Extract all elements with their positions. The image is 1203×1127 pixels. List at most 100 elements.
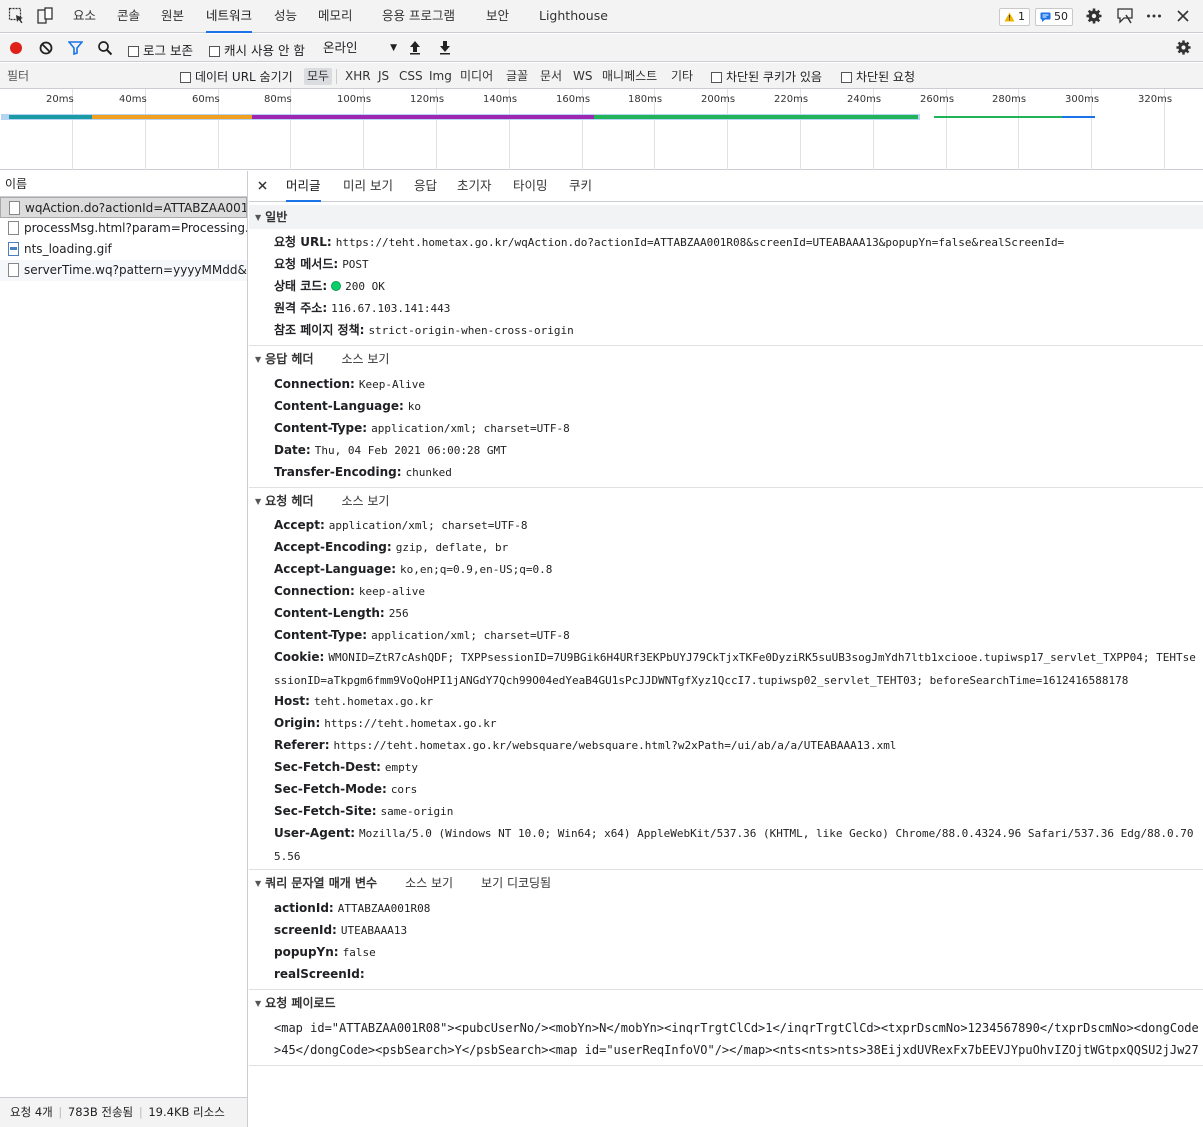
filter-type-doc[interactable]: 문서 [537, 68, 565, 85]
disable-cache-box[interactable] [209, 46, 220, 57]
query-params-section-header[interactable]: ▼ 쿼리 문자열 매개 변수 소스 보기 보기 디코딩됨 [249, 871, 1203, 895]
filter-toggle-button[interactable] [67, 41, 84, 58]
header-key: Sec-Fetch-Dest: [274, 760, 381, 774]
filter-type-other[interactable]: 기타 [668, 68, 696, 85]
tab-memory[interactable]: 메모리 [318, 0, 353, 33]
record-icon [10, 42, 22, 54]
tab-elements[interactable]: 요소 [73, 0, 96, 33]
request-list-panel: 이름 wqAction.do?actionId=ATTABZAA001R... … [0, 171, 248, 1127]
filter-type-ws[interactable]: WS [570, 68, 595, 85]
tab-sources[interactable]: 원본 [161, 0, 184, 33]
payload-section-header[interactable]: ▼ 요청 페이로드 [249, 991, 1203, 1015]
request-name: wqAction.do?actionId=ATTABZAA001R... [25, 201, 247, 215]
hide-data-urls-box[interactable] [180, 72, 191, 83]
import-har-button[interactable] [408, 40, 422, 58]
device-toolbar-icon[interactable] [36, 7, 54, 25]
network-settings-button[interactable] [1175, 39, 1192, 59]
blocked-cookies-box[interactable] [711, 72, 722, 83]
disable-cache-checkbox[interactable]: 캐시 사용 안 함 [209, 40, 305, 59]
request-row[interactable]: processMsg.html?param=Processing... [0, 218, 247, 239]
general-section-header[interactable]: ▼ 일반 [249, 205, 1203, 229]
resource-size: 19.4KB 리소스 [148, 1105, 225, 1119]
filter-type-media[interactable]: 미디어 [457, 68, 496, 85]
search-button[interactable] [97, 40, 113, 59]
close-devtools-icon[interactable] [1174, 7, 1192, 25]
tab-performance[interactable]: 성능 [274, 0, 297, 33]
tab-security[interactable]: 보안 [486, 0, 509, 33]
filter-type-css[interactable]: CSS [396, 68, 426, 85]
header-value: same-origin [380, 805, 454, 818]
name-column-header[interactable]: 이름 [0, 171, 247, 197]
hide-data-urls-checkbox[interactable]: 데이터 URL 숨기기 [180, 68, 293, 85]
filter-type-all[interactable]: 모두 [304, 68, 333, 85]
request-header-row: User-Agent: Mozilla/5.0 (Windows NT 10.0;… [274, 822, 1199, 868]
gear-icon[interactable] [1085, 7, 1103, 25]
param-value: UTEABAAA13 [340, 924, 408, 937]
preserve-log-box[interactable] [128, 46, 139, 57]
tab-console[interactable]: 콘솔 [117, 0, 140, 33]
filter-type-js[interactable]: JS [375, 68, 392, 85]
view-source-link[interactable]: 소스 보기 [342, 494, 390, 508]
section-divider [249, 487, 1203, 488]
devtools-tab-bar: 요소 콘솔 원본 네트워크 성능 메모리 응용 프로그램 보안 Lighthou… [0, 0, 1203, 33]
timeline-overview[interactable]: 20ms 40ms 60ms 80ms 100ms 120ms 140ms 160ms 180m… [0, 89, 1203, 170]
preserve-log-label: 로그 보존 [143, 43, 193, 58]
request-row[interactable]: wqAction.do?actionId=ATTABZAA001R... [0, 197, 247, 218]
blocked-requests-checkbox[interactable]: 차단된 요청 [841, 68, 915, 85]
tab-application[interactable]: 응용 프로그램 [382, 0, 455, 33]
request-count: 요청 4개 [10, 1105, 53, 1119]
request-header-row: Content-Type: application/xml; charset=UT… [274, 624, 1199, 647]
tab-headers[interactable]: 머리글 [286, 171, 321, 202]
header-value: POST [342, 258, 369, 271]
request-row[interactable]: nts_loading.gif [0, 239, 247, 260]
warnings-badge[interactable]: 1 [999, 8, 1030, 26]
tab-response[interactable]: 응답 [414, 171, 437, 202]
header-key: Content-Type: [274, 421, 368, 435]
request-header-row: Cookie: WMONID=ZtR7cAshQDF; TXPPsessionID… [274, 646, 1199, 692]
tab-initiator[interactable]: 초기자 [457, 171, 492, 202]
header-key: Origin: [274, 716, 321, 730]
clear-button[interactable] [39, 41, 53, 58]
view-decoded-link[interactable]: 보기 디코딩됨 [481, 876, 551, 890]
timeline-tick-label: 120ms [410, 94, 445, 105]
filter-input[interactable]: 필터 [7, 68, 169, 85]
view-source-link[interactable]: 소스 보기 [405, 876, 453, 890]
warning-icon [1004, 12, 1015, 22]
disable-cache-label: 캐시 사용 안 함 [224, 43, 305, 58]
tab-lighthouse[interactable]: Lighthouse [539, 0, 608, 33]
tab-cookies[interactable]: 쿠키 [569, 171, 592, 202]
blocked-cookies-label: 차단된 쿠키가 있음 [726, 70, 822, 84]
network-toolbar: 로그 보존 캐시 사용 안 함 온라인 ▼ [0, 34, 1203, 62]
filter-type-xhr[interactable]: XHR [342, 68, 374, 85]
timeline-tick-label: 300ms [1065, 94, 1100, 105]
header-value: application/xml; charset=UTF-8 [371, 422, 570, 435]
blocked-cookies-checkbox[interactable]: 차단된 쿠키가 있음 [711, 68, 822, 85]
header-key: Accept-Language: [274, 562, 397, 576]
inspect-element-icon[interactable] [8, 7, 26, 25]
view-source-link[interactable]: 소스 보기 [342, 352, 390, 366]
messages-count: 50 [1054, 10, 1068, 23]
tab-timing[interactable]: 타이밍 [513, 171, 548, 202]
close-details-button[interactable] [257, 180, 268, 194]
request-headers-section-header[interactable]: ▼ 요청 헤더 소스 보기 [249, 489, 1203, 513]
general-row: 원격 주소: 116.67.103.141:443 [274, 297, 1199, 320]
record-button[interactable] [9, 41, 23, 58]
waterfall-segment-connection [9, 115, 92, 119]
preserve-log-checkbox[interactable]: 로그 보존 [128, 40, 193, 59]
filter-type-font[interactable]: 글꼴 [503, 68, 531, 85]
tab-network[interactable]: 네트워크 [206, 0, 253, 33]
filter-type-img[interactable]: Img [426, 68, 455, 85]
feedback-icon[interactable] [1116, 7, 1134, 25]
filter-divider [336, 69, 337, 84]
tab-preview[interactable]: 미리 보기 [343, 171, 393, 202]
filter-type-manifest[interactable]: 매니페스트 [599, 68, 660, 85]
messages-badge[interactable]: 50 [1035, 8, 1073, 26]
request-row[interactable]: serverTime.wq?pattern=yyyyMMdd&id... [0, 260, 247, 281]
section-divider [249, 1065, 1203, 1066]
response-headers-section-header[interactable]: ▼ 응답 헤더 소스 보기 [249, 347, 1203, 371]
throttle-select[interactable]: 온라인 ▼ [319, 37, 401, 59]
export-har-button[interactable] [438, 40, 452, 58]
header-value: ko [407, 400, 422, 413]
blocked-requests-box[interactable] [841, 72, 852, 83]
more-options-icon[interactable] [1145, 7, 1163, 25]
